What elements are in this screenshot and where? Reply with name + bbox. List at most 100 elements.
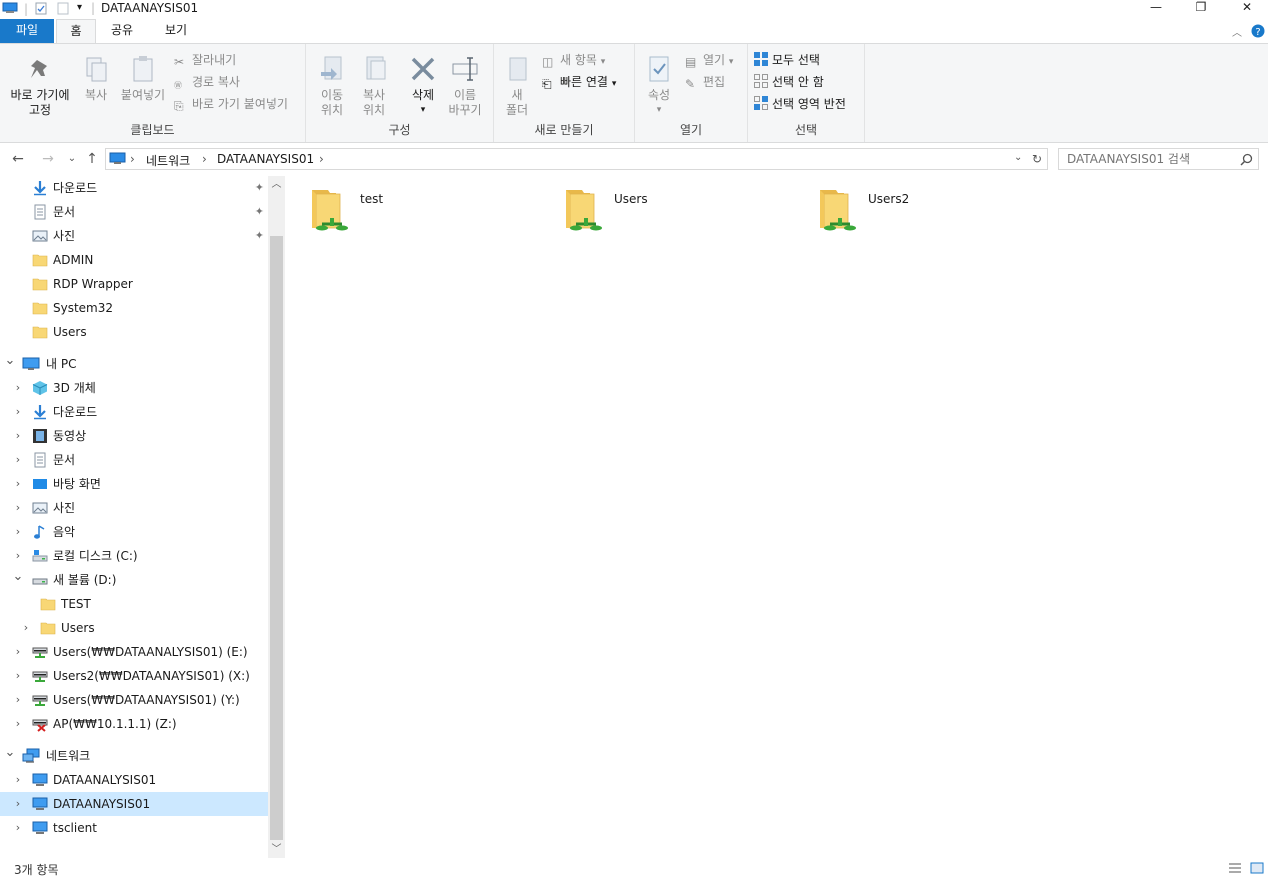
nav-pane-scrollbar[interactable]: ︿ ﹀	[268, 176, 285, 858]
select-all-button[interactable]: 모두 선택	[754, 50, 820, 70]
nav-quick-4[interactable]: RDP Wrapper	[0, 272, 268, 296]
nav-pc-5[interactable]: › 사진	[0, 496, 268, 520]
delete-button[interactable]: 삭제 ▾	[404, 54, 442, 118]
new-folder-qat-icon[interactable]	[57, 2, 69, 15]
nav-pc-7[interactable]: › 로컬 디스크 (C:)	[0, 544, 268, 568]
nav-quick-0[interactable]: 다운로드 ✦	[0, 176, 268, 200]
expand-chevron-icon[interactable]: ›	[12, 448, 24, 472]
nav-network-drive-0[interactable]: › Users(₩₩DATAANALYSIS01) (E:)	[0, 640, 268, 664]
edit-button[interactable]: ✎ 편집	[685, 72, 725, 92]
expand-chevron-icon[interactable]: ›	[12, 640, 24, 664]
nav-quick-6[interactable]: Users	[0, 320, 268, 344]
nav-pc-2[interactable]: › 동영상	[0, 424, 268, 448]
breadcrumb-separator[interactable]: ›	[319, 152, 324, 166]
copy-path-button[interactable]: Ⓦ 경로 복사	[174, 72, 240, 92]
address-dropdown-icon[interactable]: ⌄	[1014, 152, 1022, 163]
search-input[interactable]	[1067, 151, 1237, 167]
cut-button[interactable]: ✂ 잘라내기	[174, 50, 236, 70]
properties-qat-icon[interactable]	[35, 2, 47, 15]
nav-pc-6[interactable]: › 음악	[0, 520, 268, 544]
recent-locations-button[interactable]: ⌄	[62, 150, 82, 168]
paste-shortcut-button[interactable]: ⎘ 바로 가기 붙여넣기	[174, 94, 288, 114]
expand-chevron-icon[interactable]: ›	[12, 768, 24, 792]
minimize-button[interactable]: —	[1133, 0, 1179, 16]
tab-home[interactable]: 홈	[56, 19, 96, 43]
nav-network-drive-1[interactable]: › Users2(₩₩DATAANAYSIS01) (X:)	[0, 664, 268, 688]
nav-volume-d-child-1[interactable]: › Users	[0, 616, 268, 640]
expand-chevron-icon[interactable]: ›	[12, 792, 24, 816]
tab-share[interactable]: 공유	[102, 19, 142, 43]
scrollbar-thumb[interactable]	[270, 236, 283, 840]
expand-chevron-icon[interactable]: ›	[12, 424, 24, 448]
nav-quick-5[interactable]: System32	[0, 296, 268, 320]
expand-chevron-icon[interactable]: ›	[12, 400, 24, 424]
expand-chevron-icon[interactable]: ›	[12, 712, 24, 736]
nav-volume-d-child-0[interactable]: TEST	[0, 592, 268, 616]
expand-chevron-icon[interactable]: ›	[20, 616, 32, 640]
expand-chevron-icon[interactable]: ›	[12, 496, 24, 520]
nav-network-item-1[interactable]: › DATAANAYSIS01	[0, 792, 268, 816]
properties-button[interactable]: 속성 ▾	[641, 54, 677, 118]
expand-chevron-icon[interactable]: ›	[12, 472, 24, 496]
navigation-pane[interactable]: 다운로드 ✦ 문서 ✦ 사진 ✦ ADMIN RDP Wrapper System32 Users…	[0, 176, 268, 858]
refresh-icon[interactable]: ↻	[1032, 152, 1042, 166]
expand-chevron-icon[interactable]: ›	[12, 664, 24, 688]
shared-folder-item[interactable]: Users	[544, 182, 794, 240]
nav-pc-3[interactable]: › 문서	[0, 448, 268, 472]
collapse-chevron-icon[interactable]: ⌄	[12, 565, 24, 589]
large-icons-view-icon[interactable]	[1250, 862, 1264, 874]
forward-button[interactable]: →	[38, 150, 58, 168]
up-button[interactable]: ↑	[82, 150, 102, 168]
new-folder-button[interactable]: 새 폴더	[500, 54, 534, 118]
nav-this-pc[interactable]: ⌄ 내 PC	[0, 352, 268, 376]
breadcrumb-network[interactable]: 네트워크	[146, 152, 190, 169]
expand-chevron-icon[interactable]: ›	[12, 816, 24, 840]
nav-quick-2[interactable]: 사진 ✦	[0, 224, 268, 248]
new-item-button[interactable]: ◫ 새 항목 ▾	[542, 50, 605, 70]
search-box[interactable]	[1058, 148, 1259, 170]
nav-network-drive-2[interactable]: › Users(₩₩DATAANAYSIS01) (Y:)	[0, 688, 268, 712]
paste-button[interactable]: 붙여넣기	[118, 54, 168, 103]
select-none-button[interactable]: 선택 안 함	[754, 72, 824, 92]
nav-network-drive-3[interactable]: › AP(₩₩10.1.1.1) (Z:)	[0, 712, 268, 736]
nav-volume-d[interactable]: ⌄ 새 볼륨 (D:)	[0, 568, 268, 592]
breadcrumb-computer[interactable]: DATAANAYSIS01	[217, 152, 314, 166]
nav-network-item-2[interactable]: › tsclient	[0, 816, 268, 840]
collapse-ribbon-icon[interactable]: ︿	[1232, 24, 1242, 39]
nav-pc-1[interactable]: › 다운로드	[0, 400, 268, 424]
easy-access-button[interactable]: ⎗ 빠른 연결 ▾	[542, 72, 616, 92]
expand-chevron-icon[interactable]: ›	[12, 520, 24, 544]
nav-pc-4[interactable]: › 바탕 화면	[0, 472, 268, 496]
back-button[interactable]: ←	[8, 150, 28, 168]
shared-folder-item[interactable]: test	[290, 182, 540, 240]
search-icon[interactable]	[1240, 153, 1253, 166]
nav-quick-3[interactable]: ADMIN	[0, 248, 268, 272]
expand-chevron-icon[interactable]: ›	[12, 688, 24, 712]
open-button[interactable]: ▤ 열기 ▾	[685, 50, 733, 70]
nav-network-item-0[interactable]: › DATAANALYSIS01	[0, 768, 268, 792]
expand-chevron-icon[interactable]: ›	[12, 376, 24, 400]
customize-qat-icon[interactable]: ▾	[77, 2, 82, 13]
rename-button[interactable]: 이름 바꾸기	[444, 54, 486, 118]
file-list[interactable]: test Users Users2	[290, 176, 1268, 858]
collapse-chevron-icon[interactable]: ⌄	[4, 741, 16, 765]
nav-network[interactable]: ⌄ 네트워크	[0, 744, 268, 768]
scroll-up-arrow[interactable]: ︿	[268, 176, 285, 193]
copy-to-button[interactable]: 복사 위치	[354, 54, 394, 118]
invert-selection-button[interactable]: 선택 영역 반전	[754, 94, 846, 114]
details-view-icon[interactable]	[1228, 862, 1242, 874]
scroll-down-arrow[interactable]: ﹀	[268, 841, 285, 858]
collapse-chevron-icon[interactable]: ⌄	[4, 349, 16, 373]
pin-quick-access-button[interactable]: 바로 가기에 고정	[4, 54, 76, 118]
nav-pc-0[interactable]: › 3D 개체	[0, 376, 268, 400]
address-bar[interactable]: › 네트워크 › DATAANAYSIS01 › ⌄ ↻	[105, 148, 1048, 170]
nav-quick-1[interactable]: 문서 ✦	[0, 200, 268, 224]
maximize-button[interactable]: ❐	[1178, 0, 1224, 16]
tab-file[interactable]: 파일	[0, 19, 54, 43]
close-button[interactable]: ✕	[1224, 0, 1268, 16]
tab-view[interactable]: 보기	[156, 19, 196, 43]
move-to-button[interactable]: 이동 위치	[312, 54, 352, 118]
copy-button[interactable]: 복사	[78, 54, 114, 103]
shared-folder-item[interactable]: Users2	[798, 182, 1048, 240]
help-icon[interactable]: ?	[1251, 24, 1265, 38]
